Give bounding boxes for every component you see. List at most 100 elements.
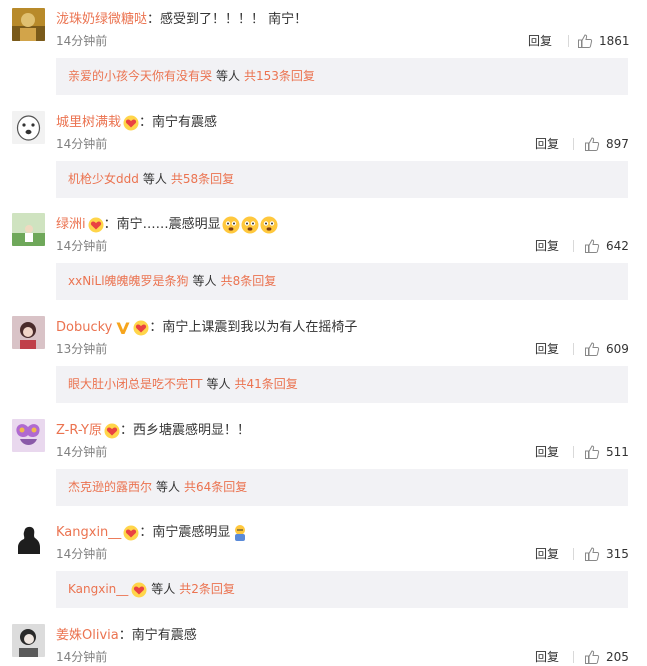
replies-etc: 等人 [156, 480, 181, 494]
like-count: 1861 [599, 34, 630, 48]
replies-count-link[interactable]: 共64条回复 [184, 469, 247, 506]
avatar[interactable] [12, 419, 45, 452]
avatar[interactable] [12, 521, 45, 554]
like-button[interactable]: 315 [584, 545, 629, 563]
like-count: 205 [606, 650, 629, 664]
scared-emoji-icon [222, 216, 240, 234]
verified-v-icon [115, 320, 131, 336]
replies-count-link[interactable]: 共153条回复 [244, 58, 315, 95]
replies-summary[interactable]: 眼大肚小闭总是吃不完TT 等人 共41条回复 [56, 366, 628, 403]
replies-summary[interactable]: xxNiLl魄魄魄罗是条狗 等人 共8条回复 [56, 263, 628, 300]
thumbs-up-icon [585, 650, 600, 664]
heart-badge-icon [123, 525, 139, 541]
user-name[interactable]: Dobucky [56, 318, 112, 338]
avatar[interactable] [12, 316, 45, 349]
comment-time: 14分钟前 [56, 137, 108, 151]
reply-button[interactable]: 回复 [535, 649, 559, 665]
user-name[interactable]: Kangxin__ [56, 523, 121, 543]
replier-name[interactable]: 机枪少女ddd [68, 161, 139, 198]
divider [573, 343, 574, 355]
replies-etc: 等人 [216, 69, 241, 83]
replies-etc: 等人 [206, 377, 231, 391]
reply-button[interactable]: 回复 [528, 33, 552, 49]
avatar[interactable] [12, 111, 45, 144]
replier-name[interactable]: 亲爱的小孩今天你有没有哭 [68, 58, 212, 95]
divider [573, 651, 574, 663]
heart-badge-icon [131, 582, 147, 598]
user-name[interactable]: 绿洲i [56, 215, 86, 235]
like-count: 897 [606, 137, 629, 151]
comment-item: Kangxin__ ：南宁震感明显 14分钟前 回复 315 Kangxin__… [0, 521, 647, 611]
like-button[interactable]: 609 [584, 340, 629, 358]
replies-count-link[interactable]: 共58条回复 [171, 161, 234, 198]
thumbs-up-icon [585, 342, 600, 356]
scared-emoji-icon [241, 216, 259, 234]
thumbs-up-icon [585, 239, 600, 253]
replier-name[interactable]: 眼大肚小闭总是吃不完TT [68, 366, 202, 403]
like-count: 642 [606, 239, 629, 253]
user-name[interactable]: 泷珠奶绿微糖哒 [56, 10, 147, 30]
replies-etc: 等人 [151, 582, 176, 596]
thumbs-up-icon [578, 34, 593, 48]
comment-item: 绿洲i ：南宁……震感明显 14分钟前 回复 642 xxNiLl魄魄魄罗是条狗… [0, 213, 647, 303]
comment-item: 泷珠奶绿微糖哒 ：感受到了！！！！ 南宁！ 14分钟前 回复 1861 亲爱的小… [0, 8, 647, 98]
comment-text: ：感受到了！！！！ 南宁！ [147, 12, 308, 27]
comment-text: ：南宁有震感 [118, 628, 197, 643]
user-name[interactable]: 城里树满栽 [56, 113, 121, 133]
replier-name[interactable]: 杰克逊的露西尔 [68, 469, 152, 506]
like-count: 315 [606, 547, 629, 561]
reply-button[interactable]: 回复 [535, 341, 559, 357]
comment-text: ：南宁上课震到我以为有人在摇椅子 [149, 320, 358, 335]
like-count: 511 [606, 445, 629, 459]
replies-count-link[interactable]: 共8条回复 [221, 263, 277, 300]
comment-time: 14分钟前 [56, 650, 108, 664]
divider [568, 35, 569, 47]
comment-text: ：南宁有震感 [139, 115, 218, 130]
divider [573, 138, 574, 150]
heart-badge-icon [123, 115, 139, 131]
comment-item: 城里树满栽 ：南宁有震感 14分钟前 回复 897 机枪少女ddd 等人 共58… [0, 111, 647, 201]
comment-text: ：西乡塘震感明显！！ [119, 423, 250, 438]
comment-item: Dobucky ：南宁上课震到我以为有人在摇椅子 13分钟前 回复 609 眼大… [0, 316, 647, 406]
replies-summary[interactable]: 杰克逊的露西尔 等人 共64条回复 [56, 469, 628, 506]
replies-summary[interactable]: Kangxin__ 等人 共2条回复 [56, 571, 628, 608]
avatar[interactable] [12, 8, 45, 41]
replier-name[interactable]: Kangxin__ [68, 571, 128, 608]
reply-button[interactable]: 回复 [535, 136, 559, 152]
reply-button[interactable]: 回复 [535, 444, 559, 460]
user-name[interactable]: 姜姝Olivia [56, 626, 119, 646]
comment-time: 14分钟前 [56, 445, 108, 459]
replies-count-link[interactable]: 共41条回复 [234, 366, 297, 403]
comment-text: ：南宁震感明显 [139, 525, 231, 540]
thumbs-up-icon [585, 137, 600, 151]
comment-time: 14分钟前 [56, 34, 108, 48]
heart-badge-icon [133, 320, 149, 336]
replies-count-link[interactable]: 共2条回复 [179, 571, 235, 608]
thumbs-up-icon [585, 445, 600, 459]
user-name[interactable]: Z-R-Y原 [56, 421, 102, 441]
reply-button[interactable]: 回复 [535, 238, 559, 254]
reply-button[interactable]: 回复 [535, 546, 559, 562]
bowing-emoji-icon [231, 524, 249, 542]
comment-item: 姜姝Olivia ：南宁有震感 14分钟前 回复 205 [0, 624, 647, 666]
comment-text: ：南宁……震感明显 [103, 217, 221, 232]
comment-time: 14分钟前 [56, 239, 108, 253]
replies-etc: 等人 [142, 172, 167, 186]
comment-time: 13分钟前 [56, 342, 108, 356]
like-count: 609 [606, 342, 629, 356]
like-button[interactable]: 205 [584, 648, 629, 666]
like-button[interactable]: 897 [584, 135, 629, 153]
divider [573, 240, 574, 252]
thumbs-up-icon [585, 547, 600, 561]
avatar[interactable] [12, 624, 45, 657]
like-button[interactable]: 511 [584, 443, 629, 461]
replies-summary[interactable]: 机枪少女ddd 等人 共58条回复 [56, 161, 628, 198]
replier-name[interactable]: xxNiLl魄魄魄罗是条狗 [68, 263, 189, 300]
avatar[interactable] [12, 213, 45, 246]
like-button[interactable]: 642 [584, 237, 629, 255]
replies-summary[interactable]: 亲爱的小孩今天你有没有哭 等人 共153条回复 [56, 58, 628, 95]
like-button[interactable]: 1861 [577, 32, 630, 50]
scared-emoji-icon [260, 216, 278, 234]
heart-badge-icon [88, 217, 104, 233]
comment-item: Z-R-Y原 ：西乡塘震感明显！！ 14分钟前 回复 511 杰克逊的露西尔 等… [0, 419, 647, 509]
